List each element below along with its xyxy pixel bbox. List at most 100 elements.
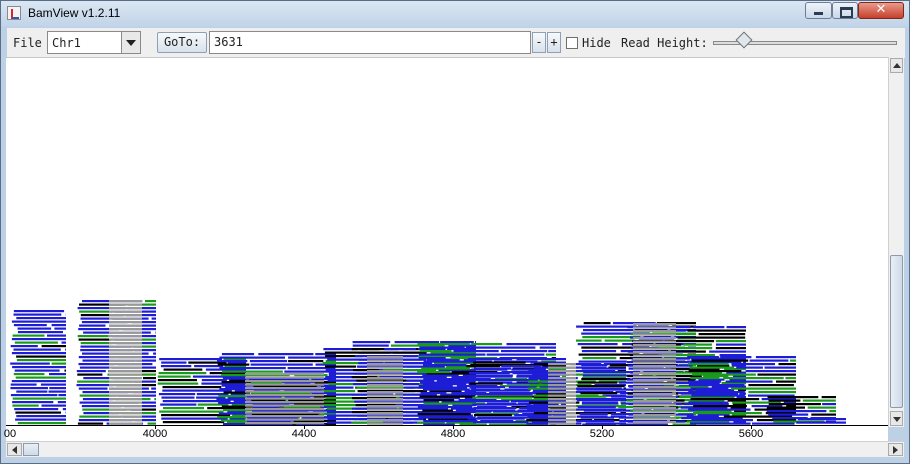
duplicate-read [633,361,676,364]
alignment-view[interactable] [6,57,888,428]
duplicate-read [245,404,324,407]
read [14,408,59,411]
read [418,385,453,388]
sequence-combobox[interactable]: Chr1 [47,31,141,54]
read [12,334,45,337]
horizontal-scrollbar[interactable] [6,441,904,457]
read [417,406,473,409]
read [76,384,114,387]
close-button[interactable]: ✕ [858,2,904,19]
hide-checkbox[interactable] [566,37,578,49]
duplicate-read [548,377,576,380]
read [151,317,156,320]
read [417,371,451,374]
duplicate-read [245,373,324,376]
duplicate-read [367,405,403,408]
duplicate-read [109,307,142,310]
read [157,375,191,378]
read [692,373,756,376]
read [79,366,110,369]
read [65,348,66,351]
read [822,403,836,406]
read [358,351,427,354]
read [548,350,556,353]
minimize-button[interactable] [805,2,832,19]
read [579,413,608,416]
title-bar[interactable]: BamView v1.2.11 ✕ [1,1,909,27]
read [466,410,492,413]
duplicate-read [367,412,403,415]
duplicate-read [245,415,324,418]
goto-button[interactable]: GoTo: [157,32,207,53]
read [581,364,608,367]
read [581,367,626,370]
read [62,408,66,411]
read [15,376,66,379]
read [12,397,66,400]
duplicate-read [109,384,142,387]
sequence-selected: Chr1 [52,36,81,50]
read [79,310,113,313]
ruler-tick-label: 4800 [440,428,466,440]
read [501,350,548,353]
duplicate-read [548,408,576,411]
read [469,382,503,385]
vertical-scrollbar[interactable] [888,57,904,427]
read [422,409,453,412]
read [325,386,354,389]
horizontal-scroll-thumb[interactable] [23,443,39,456]
read [577,381,618,384]
read [13,373,45,376]
read [691,419,753,422]
read [719,354,746,357]
read [725,380,773,383]
read [327,418,358,421]
read [789,359,796,362]
read [49,373,66,376]
ruler-tick-label: 5600 [738,428,764,440]
read [80,342,112,345]
scroll-down-icon[interactable] [890,411,903,426]
goto-input[interactable]: 3631 [209,31,531,54]
read [688,363,729,366]
read [473,375,513,378]
read [677,336,746,339]
read [10,345,38,348]
vertical-scroll-thumb[interactable] [890,255,903,408]
read [473,407,517,410]
read [159,358,222,361]
file-menu[interactable]: File [13,36,42,50]
read [161,361,187,364]
read [470,386,505,389]
read [798,418,846,421]
maximize-button[interactable] [832,2,858,19]
read [49,387,66,390]
read [12,401,54,404]
duplicate-read [548,412,576,415]
zoom-in-button[interactable]: + [547,32,561,53]
hide-label: Hide [582,36,611,50]
scroll-right-icon[interactable] [888,443,903,456]
scroll-left-icon[interactable] [7,443,22,456]
duplicate-read [109,398,142,401]
read [163,407,204,410]
read [17,422,66,425]
duplicate-read [109,349,142,352]
read [15,411,61,414]
duplicate-read [367,415,403,418]
read [748,384,794,387]
chevron-down-icon[interactable] [121,32,140,53]
read [141,401,156,404]
read-height-slider-thumb[interactable] [735,31,753,49]
duplicate-read [633,365,676,368]
scroll-up-icon[interactable] [890,58,903,73]
read [145,300,156,303]
read [472,396,533,399]
read [698,333,746,336]
read [731,387,796,390]
duplicate-read [367,373,403,376]
read [77,335,109,338]
duplicate-read [109,387,142,390]
zoom-out-button[interactable]: - [532,32,546,53]
read [583,322,611,325]
